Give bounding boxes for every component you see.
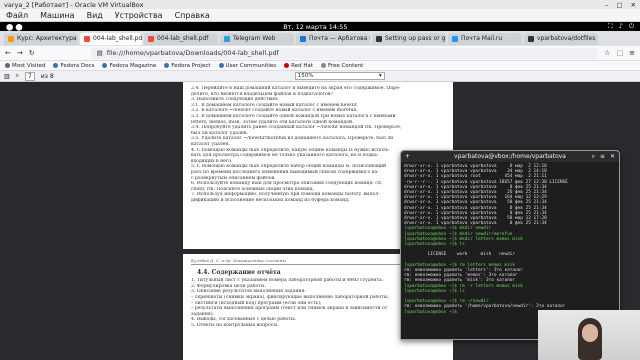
menu-icon[interactable]: ≡ (600, 153, 605, 161)
back-icon[interactable]: ← (5, 49, 11, 57)
virtualbox-menubar: Файл Машина Вид Устройства Справка (0, 9, 640, 22)
tab-favicon-icon (84, 35, 90, 42)
page-count: из 8 (40, 72, 54, 80)
tab-favicon-icon (528, 35, 534, 42)
bookmarks-bar: Most Visited Fedora Docs Fedora Magazine… (0, 61, 640, 71)
file-icon: ▤ (96, 49, 103, 57)
person-face (582, 324, 598, 342)
window-title: varya_2 [Работает] - Oracle VM VirtualBo… (4, 0, 144, 9)
extensions-icon[interactable]: ⬚ (617, 49, 624, 57)
pdf-toolbar: ▥ ⌕ 7 из 8 150% ▾ (0, 71, 640, 82)
minimize-button[interactable]: – (605, 1, 608, 9)
star-icon[interactable]: ☆ (604, 49, 610, 57)
maximize-button[interactable]: □ (616, 1, 622, 9)
tab-favicon-icon (452, 35, 458, 42)
volume-icon[interactable]: ♪ (619, 22, 623, 31)
bookmark-fedora-magazine[interactable]: Fedora Magazine (102, 63, 156, 69)
system-tray[interactable]: ⛶ ♪ ⏻ (608, 22, 634, 31)
bookmark-red-hat[interactable]: Red Hat (284, 63, 313, 69)
tab-2[interactable]: 004-lab_shell.pdf (144, 32, 218, 45)
tab-label: Setting up pass or git (385, 35, 446, 42)
menu-machine[interactable]: Машина (40, 11, 74, 20)
fedora-icon (164, 63, 170, 68)
bookmark-user-communities[interactable]: User Communities (218, 63, 276, 69)
page-number-input[interactable]: 7 (25, 71, 35, 81)
activities-button[interactable]: ⬤ ⬤ (6, 23, 23, 31)
terminal-title: vparbatova@vbox:/home/vparbatova (454, 153, 566, 160)
tab-7[interactable]: vparbatova/dotfiles (524, 32, 598, 45)
bookmark-fedora-docs[interactable]: Fedora Docs (53, 63, 94, 69)
clock[interactable]: Вт, 12 марта 14:55 (283, 23, 347, 31)
chevron-down-icon: ▾ (378, 73, 382, 79)
new-tab-icon[interactable]: + (405, 153, 410, 160)
tab-1[interactable]: 004-lab_shell.pdf (80, 32, 142, 45)
bookmark-free-content[interactable]: Free Content (321, 63, 363, 69)
tab-label: 004-lab_shell.pdf (157, 35, 209, 42)
tab-favicon-icon (376, 35, 382, 42)
webcam-overlay (538, 310, 640, 360)
virtualbox-titlebar: varya_2 [Работает] - Oracle VM VirtualBo… (0, 0, 640, 9)
folder-icon (321, 63, 327, 68)
fedora-icon (102, 63, 108, 68)
gear-icon (5, 63, 10, 68)
menu-file[interactable]: Файл (6, 11, 28, 20)
url-text: file:///home/vparbatova/Downloads/004-la… (106, 49, 279, 57)
tab-favicon-icon (8, 35, 14, 42)
tab-3[interactable]: Telegram Web (220, 32, 294, 45)
tab-favicon-icon (300, 35, 306, 42)
close-button[interactable]: ✕ (631, 1, 636, 9)
redhat-icon (284, 63, 290, 68)
reload-icon[interactable]: ↻ (29, 49, 35, 57)
network-icon[interactable]: ⛶ (608, 22, 613, 31)
tab-6[interactable]: Почта Mail.ru (448, 32, 522, 45)
fedora-icon (218, 63, 224, 68)
tab-4[interactable]: Почта — Арбатова Вар (296, 32, 370, 45)
menu-view[interactable]: Вид (87, 11, 103, 20)
tab-label: Telegram Web (233, 35, 276, 42)
url-field[interactable]: ▤ file:///home/vparbatova/Downloads/004-… (90, 47, 599, 59)
tab-label: Почта — Арбатова Вар (309, 35, 370, 42)
menu-icon[interactable]: ≡ (629, 49, 635, 57)
tab-label: 004-lab_shell.pdf (93, 35, 142, 42)
fedora-icon (53, 63, 59, 68)
tab-label: Курс: Архитектура ком (17, 35, 78, 42)
zoom-select[interactable]: 150% ▾ (294, 72, 385, 80)
bookmark-fedora-project[interactable]: Fedora Project (164, 63, 211, 69)
power-icon[interactable]: ⏻ (629, 22, 634, 31)
gnome-topbar: ⬤ ⬤ Вт, 12 марта 14:55 ⛶ ♪ ⏻ (0, 22, 640, 31)
tab-0[interactable]: Курс: Архитектура ком (4, 32, 78, 45)
terminal-titlebar[interactable]: + vparbatova@vbox:/home/vparbatova ⌕ ≡ ✕ (401, 151, 619, 162)
menu-help[interactable]: Справка (175, 11, 210, 20)
forward-icon[interactable]: → (17, 49, 23, 57)
tab-favicon-icon (148, 35, 154, 42)
navigation-bar: ← → ↻ ▤ file:///home/vparbatova/Download… (0, 46, 640, 61)
tab-5[interactable]: Setting up pass or git (372, 32, 446, 45)
tab-label: Почта Mail.ru (461, 35, 503, 42)
zoom-value: 150% (297, 73, 314, 79)
sidebar-toggle-icon[interactable]: ▥ (4, 73, 10, 80)
tab-label: vparbatova/dotfiles (537, 35, 596, 42)
search-icon[interactable]: ⌕ (592, 153, 595, 161)
bookmark-most-visited[interactable]: Most Visited (5, 63, 45, 69)
search-icon[interactable]: ⌕ (16, 72, 19, 80)
menu-devices[interactable]: Устройства (115, 11, 163, 20)
close-icon[interactable]: ✕ (610, 153, 615, 161)
tab-favicon-icon (224, 35, 230, 42)
browser-tabstrip: Курс: Архитектура ком 004-lab_shell.pdf 00… (0, 31, 640, 46)
